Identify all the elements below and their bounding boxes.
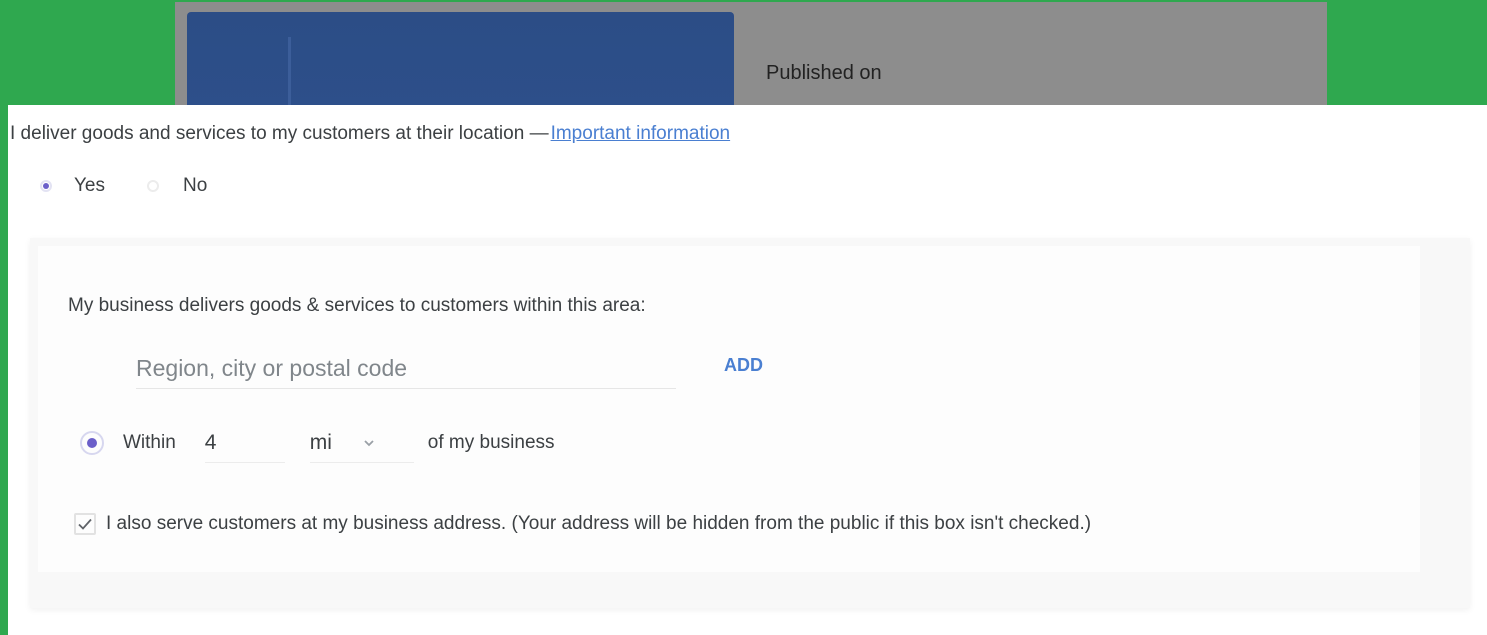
radius-option-row: Within mi of my business	[80, 423, 555, 463]
region-search-input[interactable]	[136, 348, 676, 389]
service-area-label: My business delivers goods & services to…	[68, 295, 646, 316]
within-label: Within	[123, 432, 176, 453]
serve-at-address-row: I also serve customers at my business ad…	[74, 508, 1354, 540]
delivery-option-yes[interactable]: Yes	[40, 175, 105, 197]
yes-radio-icon[interactable]	[40, 180, 52, 192]
serve-at-address-checkbox[interactable]	[74, 513, 96, 535]
radius-radio-icon[interactable]	[80, 431, 104, 455]
unit-select[interactable]: mi	[309, 424, 414, 463]
no-label: No	[183, 175, 208, 196]
published-on-label: Published on	[766, 62, 882, 84]
background-card: Published on	[175, 2, 1327, 112]
yes-label: Yes	[74, 175, 105, 196]
chevron-down-icon	[364, 439, 374, 446]
radius-suffix: of my business	[427, 432, 555, 453]
delivery-question-text: I deliver goods and services to my custo…	[10, 123, 549, 144]
add-region-button[interactable]: ADD	[720, 353, 767, 378]
serve-at-address-label: I also serve customers at my business ad…	[106, 513, 1092, 534]
important-information-link[interactable]: Important information	[551, 123, 731, 144]
thumbnail-spire	[288, 37, 291, 112]
service-area-panel: I deliver goods and services to my custo…	[8, 105, 1487, 635]
distance-input[interactable]	[204, 423, 285, 463]
delivery-option-no[interactable]: No	[147, 175, 207, 197]
unit-value: mi	[309, 430, 332, 454]
background-thumbnail	[187, 12, 734, 112]
checkmark-icon	[78, 518, 92, 530]
delivery-question: I deliver goods and services to my custo…	[10, 123, 730, 145]
no-radio-icon[interactable]	[147, 180, 159, 192]
